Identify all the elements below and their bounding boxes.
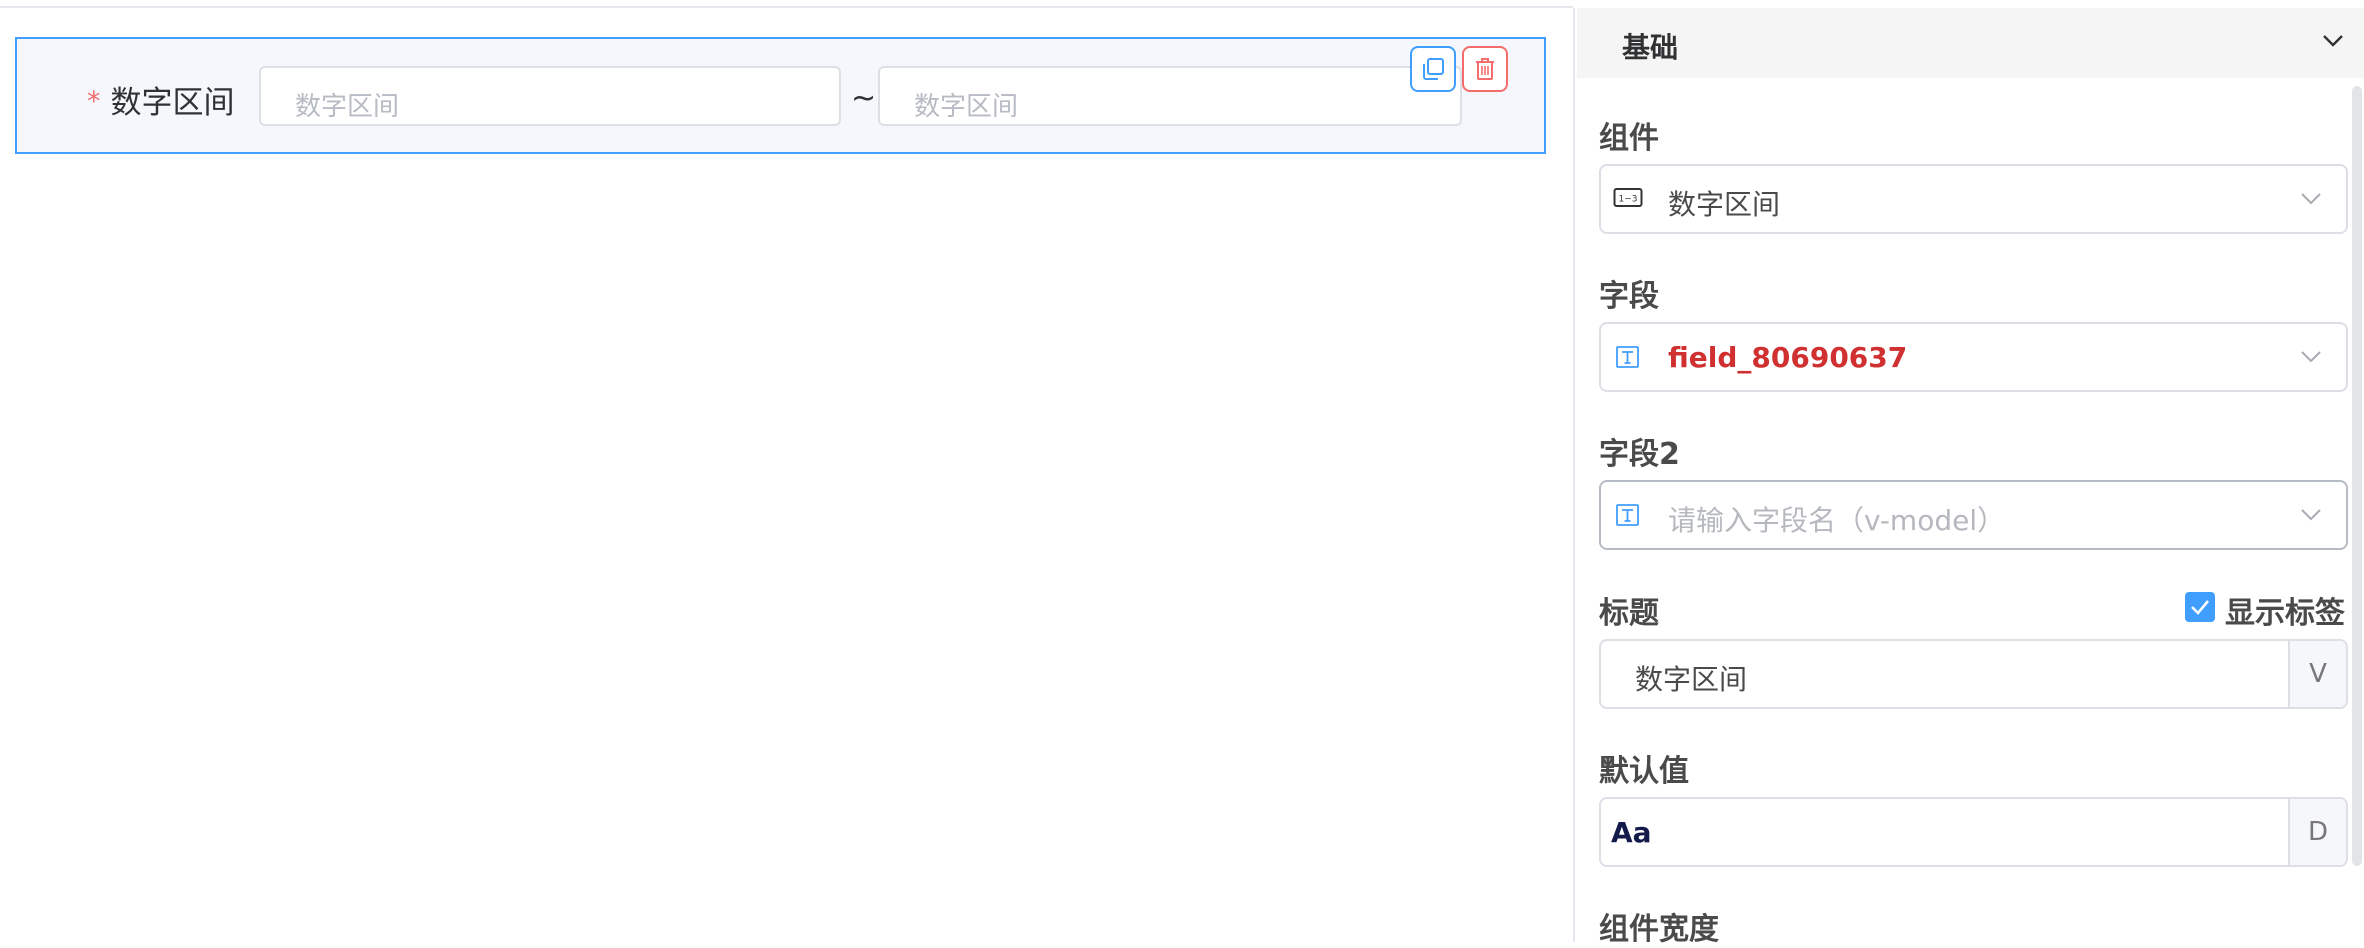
text-t-icon	[1616, 346, 1639, 368]
field-label: 字段	[1599, 279, 1659, 314]
properties-panel: 基础 组件 1~3 数字区间 字段 field_80690637 字段2 请输入…	[1573, 8, 2364, 947]
field-value: field_80690637	[1668, 341, 1908, 374]
form-item-label: * 数字区间	[87, 77, 235, 122]
title-value: 数字区间	[1635, 663, 1748, 696]
range-end-input[interactable]: 数字区间	[878, 66, 1462, 126]
trash-icon	[1476, 58, 1494, 80]
show-label-text[interactable]: 显示标签	[2225, 588, 2345, 632]
default-value-label: 默认值	[1599, 754, 1689, 789]
component-select[interactable]: 1~3 数字区间	[1599, 164, 2348, 234]
default-value: Aa	[1611, 816, 1652, 849]
form-canvas: * 数字区间 数字区间 ~ 数字区间	[0, 8, 1573, 942]
component-width-label: 组件宽度	[1599, 912, 1719, 947]
title-input[interactable]: 数字区间 V	[1599, 639, 2348, 709]
chevron-down-icon	[2301, 509, 2321, 521]
field-select[interactable]: field_80690637	[1599, 322, 2348, 392]
show-label-checkbox[interactable]	[2185, 592, 2215, 622]
default-data-button[interactable]: D	[2288, 799, 2346, 865]
copy-icon	[1423, 58, 1444, 80]
title-label: 标题	[1599, 596, 1659, 631]
title-variable-button[interactable]: V	[2288, 641, 2346, 707]
copy-button[interactable]	[1410, 46, 1456, 92]
field2-select[interactable]: 请输入字段名（v-model）	[1599, 480, 2348, 550]
panel-scrollbar[interactable]	[2352, 86, 2362, 866]
check-icon	[2191, 600, 2209, 615]
chevron-down-icon	[2323, 35, 2343, 47]
required-mark: *	[87, 86, 101, 117]
section-header-basic[interactable]: 基础	[1577, 8, 2364, 78]
range-start-input[interactable]: 数字区间	[259, 66, 841, 126]
component-value: 数字区间	[1668, 188, 1781, 221]
component-label: 组件	[1599, 121, 1659, 156]
default-value-input[interactable]: Aa D	[1599, 797, 2348, 867]
field2-label: 字段2	[1599, 437, 1680, 472]
selected-form-item[interactable]: * 数字区间 数字区间 ~ 数字区间	[15, 37, 1546, 154]
svg-text:1~3: 1~3	[1619, 195, 1638, 205]
range-separator: ~	[851, 81, 877, 116]
delete-button[interactable]	[1462, 46, 1508, 92]
chevron-down-icon	[2301, 193, 2321, 205]
field2-placeholder: 请输入字段名（v-model）	[1668, 504, 2006, 537]
number-range-icon: 1~3	[1613, 188, 1643, 207]
form-item-label-text: 数字区间	[110, 85, 235, 121]
top-divider	[0, 0, 1573, 8]
section-title: 基础	[1622, 31, 1679, 64]
chevron-down-icon	[2301, 351, 2321, 363]
text-t-icon	[1616, 504, 1639, 526]
